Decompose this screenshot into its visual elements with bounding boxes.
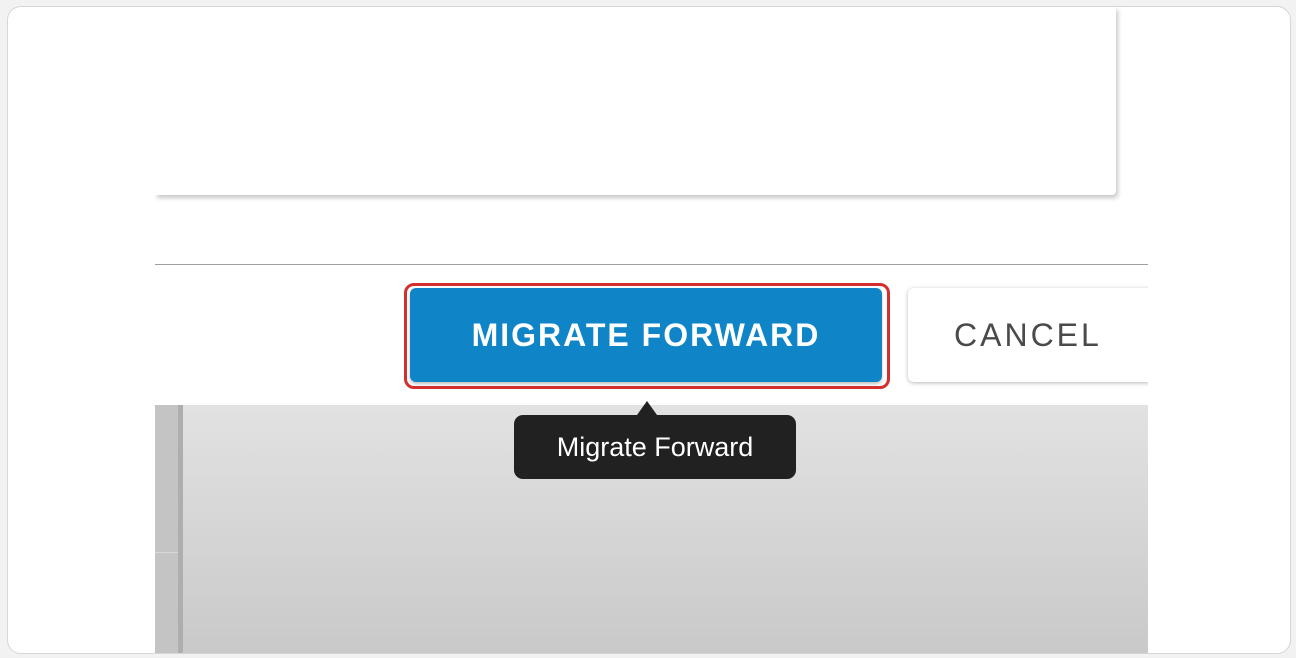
side-panel-divider [155,552,178,553]
cancel-button[interactable]: CANCEL [908,288,1148,382]
side-panel-strip [155,405,183,653]
content-card [155,7,1116,195]
dialog-actions: MIGRATE FORWARD CANCEL [155,265,1148,405]
tooltip-arrow [637,401,657,415]
app-viewport: MIGRATE FORWARD CANCEL Migrate Forward [155,7,1148,653]
migrate-forward-tooltip: Migrate Forward [514,415,796,479]
highlight-box [404,283,890,389]
screenshot-frame: MIGRATE FORWARD CANCEL Migrate Forward [7,6,1291,654]
